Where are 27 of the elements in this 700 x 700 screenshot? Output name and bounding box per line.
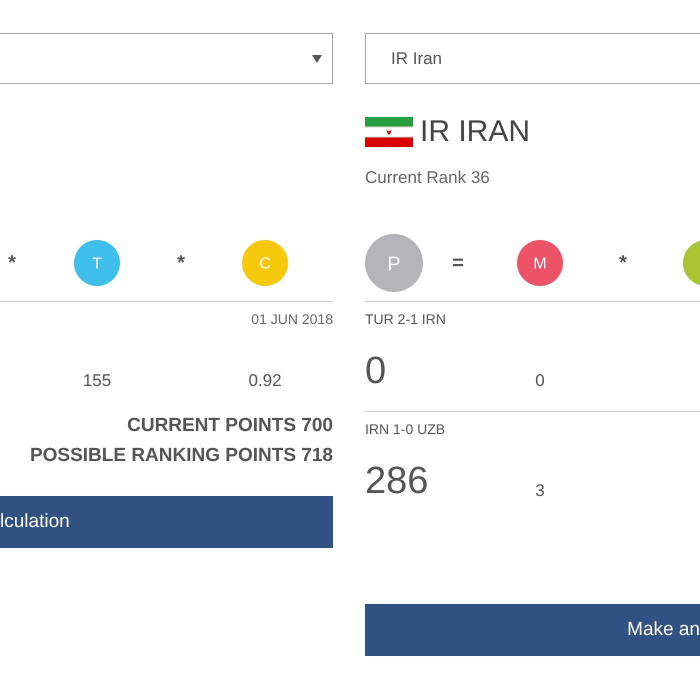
points-total: POSSIBLE RANKING POINTS 718 bbox=[30, 444, 333, 468]
match-date: 01 JUN 2018 bbox=[251, 310, 333, 328]
formula-factor: M bbox=[517, 240, 563, 286]
current-rank: Current Rank 36 bbox=[365, 167, 490, 189]
action-button[interactable]: Make an bbox=[365, 604, 700, 656]
factor-value: 3 bbox=[535, 480, 545, 502]
match-points: 286 bbox=[365, 459, 428, 503]
match-score: TUR 2-1 IRN bbox=[365, 310, 446, 328]
country-field[interactable]: IR Iran bbox=[365, 33, 700, 84]
formula-factor: T bbox=[74, 240, 120, 286]
caret-icon bbox=[312, 54, 322, 62]
country-name: IR IRAN bbox=[420, 117, 530, 147]
flag-icon bbox=[365, 117, 413, 147]
points-total: CURRENT POINTS 700 bbox=[127, 414, 333, 438]
operator-symbol: * bbox=[7, 251, 17, 275]
operator-symbol: = bbox=[451, 251, 465, 275]
operator-symbol: * bbox=[618, 251, 628, 275]
formula-factor: C bbox=[242, 240, 288, 286]
factor-value: 0 bbox=[535, 370, 545, 392]
factor-value: 155 bbox=[82, 370, 112, 392]
formula-factor: P bbox=[365, 234, 423, 292]
factor-value: 0.92 bbox=[248, 370, 282, 392]
match-points: 0 bbox=[365, 349, 386, 393]
operator-symbol: * bbox=[176, 251, 186, 275]
country-dropdown[interactable] bbox=[0, 33, 333, 84]
match-score: IRN 1-0 UZB bbox=[365, 420, 446, 438]
action-button[interactable]: lculation bbox=[0, 496, 333, 548]
